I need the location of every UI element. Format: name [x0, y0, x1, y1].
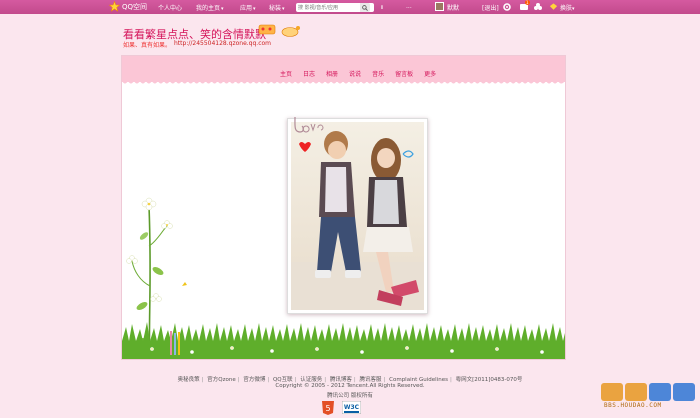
search-button[interactable] [360, 3, 370, 12]
skin-label: 换肤 [560, 5, 573, 12]
apps-menu[interactable]: 应用▾ [240, 3, 256, 12]
copyright-text: Copyright © 2005 - 2012 Tencent.All Righ… [275, 383, 425, 389]
couple-photo[interactable] [291, 122, 424, 310]
menu-item-home[interactable]: 主页 [280, 69, 292, 78]
change-skin-link[interactable]: 换肤▾ [560, 3, 575, 12]
blog-menu: 主页 日志 相册 说说 音乐 留言板 更多 [280, 69, 436, 78]
grass-border-decoration [122, 322, 565, 359]
qzone-brand[interactable]: QQ空间 [109, 1, 147, 12]
apps-label: 应用 [240, 5, 253, 12]
qzone-star-icon [109, 1, 120, 12]
chevron-down-icon: ▾ [253, 6, 256, 12]
notification-count-badge: 1 [525, 0, 530, 5]
owner-text: 腾讯公司 版权所有 [327, 393, 373, 399]
logout-link[interactable]: [退出] [482, 3, 499, 12]
flower-icon[interactable] [533, 2, 543, 12]
decoration-sticker-icon [258, 24, 276, 35]
w3c-label: W3C [344, 404, 360, 411]
html5-badge-icon[interactable]: 5 [321, 401, 335, 415]
menu-item-guestbook[interactable]: 留言板 [395, 69, 413, 78]
photo-frame[interactable] [287, 118, 428, 314]
menu-item-music[interactable]: 音乐 [372, 69, 384, 78]
watermark-domain: BBS.HOUDAO.COM [604, 402, 662, 409]
html5-label: 5 [325, 404, 330, 413]
love-lettering-decoration [294, 116, 324, 133]
gear-icon[interactable] [502, 2, 512, 12]
decoration-cartoon-icon [281, 26, 300, 37]
page-subtitle: 如果、真有如果。 [123, 42, 172, 49]
user-name[interactable]: 默默 [447, 3, 459, 12]
search-icon [362, 4, 368, 11]
search-input[interactable] [296, 3, 360, 12]
menu-strip: 主页 日志 相册 说说 音乐 留言板 更多 [122, 56, 565, 84]
my-home-menu[interactable]: 我的主页▾ [196, 3, 224, 12]
menu-item-album[interactable]: 相册 [326, 69, 338, 78]
menu-item-blog[interactable]: 日志 [303, 69, 315, 78]
chevron-down-icon: ▾ [572, 6, 575, 12]
menu-item-shuoshuo[interactable]: 说说 [349, 69, 361, 78]
pause-icon[interactable]: ॥ [380, 3, 384, 11]
menu-item-more[interactable]: 更多 [424, 69, 436, 78]
w3c-badge-icon[interactable]: W3C [342, 401, 361, 414]
personal-center-link[interactable]: 个人中心 [158, 3, 182, 12]
skin-icon [549, 3, 558, 10]
chevron-down-icon: ▾ [282, 6, 285, 12]
scallop-border [122, 81, 565, 84]
chevron-down-icon: ▾ [221, 6, 224, 12]
forum-watermark-logo [601, 383, 695, 401]
games-label: 秘装 [269, 5, 282, 12]
top-navigation-bar: QQ空间 个人中心 我的主页▾ 应用▾ 秘装▾ ॥ ... 默默 [退出] 1 … [0, 0, 700, 14]
footer-links: 奥秘良策 | 官方Qzone | 官方微博 | QQ互联 | 认证服务 | 腾讯博客 | 腾… [0, 375, 700, 383]
main-panel: 主页 日志 相册 说说 音乐 留言板 更多 [121, 55, 566, 360]
brand-label: QQ空间 [122, 2, 148, 11]
search-box [296, 3, 374, 12]
my-home-label: 我的主页 [196, 5, 221, 12]
user-avatar[interactable] [435, 2, 444, 11]
more-dots[interactable]: ... [406, 3, 412, 10]
games-menu[interactable]: 秘装▾ [269, 3, 285, 12]
page-url[interactable]: http://245504128.qzone.qq.com [174, 40, 271, 47]
